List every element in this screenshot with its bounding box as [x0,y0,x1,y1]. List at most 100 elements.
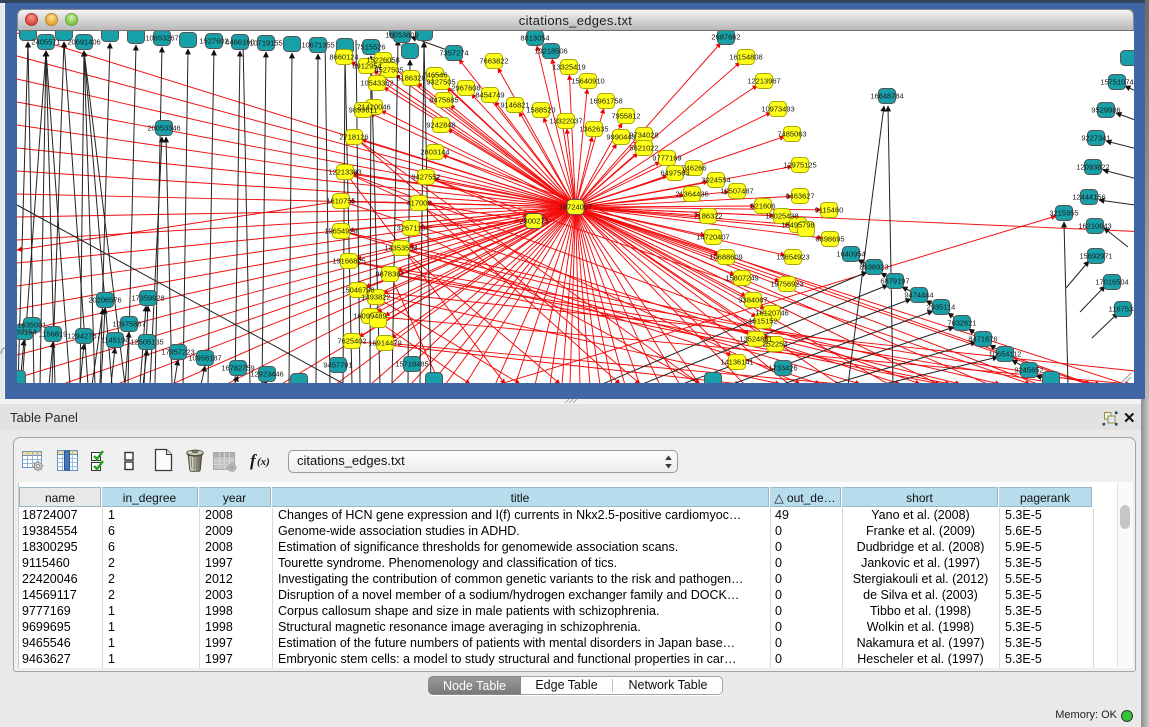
svg-text:14136141: 14136141 [720,358,753,367]
svg-text:9115460: 9115460 [815,206,844,215]
svg-text:16648784: 16648784 [870,92,903,101]
svg-text:2803144: 2803144 [420,148,449,157]
svg-text:17359928: 17359928 [131,294,164,303]
svg-text:8878382: 8878382 [375,270,404,279]
svg-text:7357274: 7357274 [439,49,468,58]
svg-text:3024554: 3024554 [701,176,730,185]
svg-text:1493822: 1493822 [361,293,390,302]
svg-text:8938923: 8938923 [859,263,888,272]
svg-text:12942757: 12942757 [67,332,100,341]
svg-text:9899611: 9899611 [349,106,378,115]
svg-text:16053809: 16053809 [385,31,418,40]
svg-text:19756923: 19756923 [770,280,803,289]
svg-text:1733426: 1733426 [768,364,797,373]
svg-text:15692971: 15692971 [1079,252,1112,261]
svg-text:19166825: 19166825 [332,257,365,266]
svg-text:3215955: 3215955 [1049,209,1078,218]
svg-text:14353594: 14353594 [384,244,417,253]
svg-text:6898695: 6898695 [815,235,844,244]
svg-text:10719155: 10719155 [249,39,282,48]
svg-text:9529986: 9529986 [1091,106,1120,115]
svg-text:12444156: 12444156 [1072,193,1105,202]
svg-text:9146821: 9146821 [500,101,529,110]
svg-text:9474444: 9474444 [904,291,933,300]
svg-text:17016504: 17016504 [1095,278,1128,287]
svg-text:252254: 252254 [762,340,787,349]
svg-text:5621022: 5621022 [629,144,658,153]
svg-text:7515526: 7515526 [356,43,385,52]
svg-text:19218506: 19218506 [534,47,567,56]
svg-text:8186328: 8186328 [396,74,425,83]
svg-text:12213383: 12213383 [328,168,361,177]
svg-text:10025438: 10025438 [765,212,798,221]
svg-text:13322037: 13322037 [549,117,582,126]
svg-text:621606: 621606 [750,202,775,211]
svg-text:8475685: 8475685 [429,96,458,105]
svg-text:16961758: 16961758 [589,97,622,106]
svg-text:7485063: 7485063 [777,130,806,139]
svg-text:6879197: 6879197 [880,277,909,286]
svg-text:7625402: 7625402 [337,337,366,346]
svg-text:16099489: 16099489 [353,312,386,321]
svg-text:8813054: 8813054 [520,34,549,43]
svg-text:7632621: 7632621 [947,319,976,328]
svg-text:20053346: 20053346 [147,124,180,133]
svg-text:1145194: 1145194 [101,336,130,345]
svg-text:1167533: 1167533 [1109,305,1134,314]
svg-text:12213967: 12213967 [747,77,780,86]
svg-text:16154808: 16154808 [729,53,762,62]
svg-text:10688609: 10688609 [709,253,742,262]
svg-text:9463627: 9463627 [785,192,814,201]
svg-text:2300273: 2300273 [519,217,548,226]
svg-text:3267110: 3267110 [397,224,426,233]
svg-text:12505135: 12505135 [130,338,163,347]
svg-text:19654928: 19654928 [324,227,357,236]
svg-text:7186322: 7186322 [693,212,722,221]
svg-text:2405571: 2405571 [31,38,60,47]
svg-text:15807249: 15807249 [725,274,758,283]
svg-text:10653267: 10653267 [145,34,178,43]
svg-text:10975887: 10975887 [112,320,145,329]
svg-text:10654112: 10654112 [989,350,1022,359]
svg-text:1527602: 1527602 [199,37,228,46]
svg-text:9457791: 9457791 [323,361,352,370]
svg-text:8660124: 8660124 [329,53,358,62]
svg-text:13325419: 13325419 [552,63,585,72]
svg-text:2687662: 2687662 [711,33,740,42]
svg-text:16210643: 16210643 [1078,222,1111,231]
svg-text:14720407: 14720407 [696,233,729,242]
svg-text:1588520: 1588520 [526,106,555,115]
svg-text:16914479: 16914479 [368,339,401,348]
svg-text:21364436: 21364436 [675,190,708,199]
svg-text:15226058: 15226058 [366,56,399,65]
svg-text:10973493: 10973493 [761,105,794,114]
svg-text:1362635: 1362635 [579,125,608,134]
svg-text:15640910: 15640910 [571,77,604,86]
svg-text:2935114: 2935114 [927,303,956,312]
svg-text:18724007: 18724007 [559,203,592,212]
svg-text:1610755: 1610755 [326,197,355,206]
svg-text:10543362: 10543362 [360,79,393,88]
svg-text:(x): (x) [257,456,270,468]
svg-text:12093822: 12093822 [1076,163,1109,172]
svg-text:20206576: 20206576 [88,296,121,305]
svg-text:9777169: 9777169 [652,154,681,163]
svg-text:2718126: 2718126 [339,133,368,142]
svg-text:9227341: 9227341 [1081,134,1110,143]
svg-text:8471676: 8471676 [968,335,997,344]
svg-text:6497563: 6497563 [660,169,689,178]
svg-text:10671355: 10671355 [301,41,334,50]
svg-text:9384067: 9384067 [738,296,767,305]
svg-text:1640954: 1640954 [836,250,865,259]
svg-text:12975125: 12975125 [783,161,816,170]
svg-text:1635001: 1635001 [17,321,46,330]
svg-text:8454749: 8454749 [475,91,504,100]
svg-text:417006: 417006 [406,199,431,208]
svg-text:9245652: 9245652 [1014,366,1043,375]
svg-text:13654923: 13654923 [776,253,809,262]
svg-text:1615152: 1615152 [748,317,777,326]
svg-text:15718485: 15718485 [395,360,428,369]
svg-text:15495798: 15495798 [781,221,814,230]
svg-text:9242848: 9242848 [426,121,455,130]
svg-text:7955812: 7955812 [611,112,640,121]
